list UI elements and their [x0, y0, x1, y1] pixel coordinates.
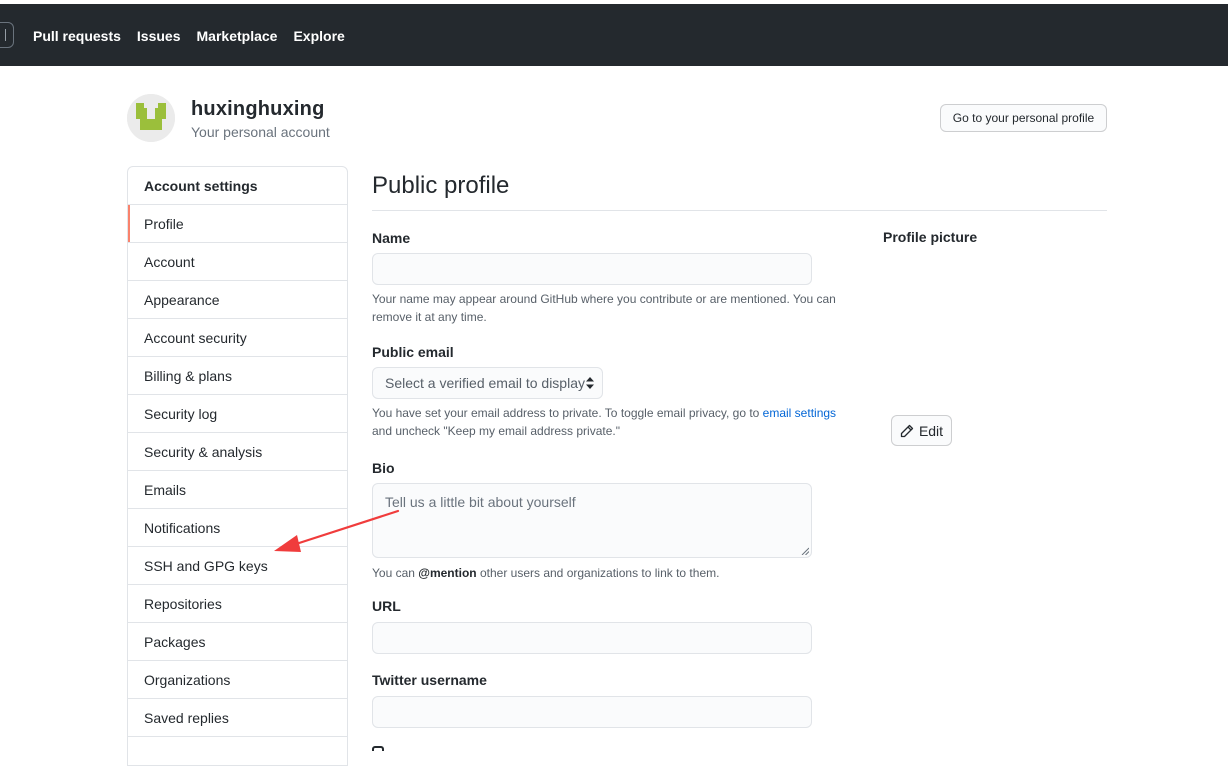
twitter-label: Twitter username [372, 672, 487, 688]
bio-placeholder: Tell us a little bit about yourself [385, 494, 576, 510]
sidebar-item-profile[interactable]: Profile [128, 205, 347, 243]
account-type: Your personal account [191, 124, 330, 140]
sidebar-item-security-log[interactable]: Security log [128, 395, 347, 433]
public-email-note-before: You have set your email address to priva… [372, 406, 763, 420]
next-field-label-cut [372, 746, 384, 751]
sidebar-item-packages[interactable]: Packages [128, 623, 347, 661]
sidebar-item-notifications[interactable]: Notifications [128, 509, 347, 547]
sidebar-item-account-security[interactable]: Account security [128, 319, 347, 357]
select-chevrons-icon [586, 377, 594, 389]
name-input[interactable] [372, 253, 812, 285]
sidebar-item-repositories[interactable]: Repositories [128, 585, 347, 623]
bio-textarea[interactable]: Tell us a little bit about yourself [372, 483, 812, 558]
public-email-label: Public email [372, 344, 454, 360]
page-title: Public profile [372, 172, 510, 199]
bio-note-mention: @mention [418, 566, 477, 580]
sidebar-item-billing[interactable]: Billing & plans [128, 357, 347, 395]
search-box-edge[interactable] [0, 22, 14, 48]
sidebar-item-ssh-gpg-keys[interactable]: SSH and GPG keys [128, 547, 347, 585]
identicon-icon [127, 94, 175, 142]
edit-button-label: Edit [918, 422, 944, 439]
go-to-profile-button[interactable]: Go to your personal profile [940, 104, 1107, 132]
bio-note-before: You can [372, 566, 419, 580]
sidebar-item-account[interactable]: Account [128, 243, 347, 281]
nav-pull-requests[interactable]: Pull requests [33, 28, 121, 44]
pencil-icon [900, 424, 914, 437]
nav-marketplace[interactable]: Marketplace [197, 28, 278, 44]
email-settings-link[interactable]: email settings [763, 406, 836, 420]
title-divider [372, 210, 1107, 211]
settings-sidebar: Account settings Profile Account Appeara… [127, 166, 348, 766]
public-email-selected: Select a verified email to display [385, 375, 585, 391]
public-email-note: You have set your email address to priva… [372, 404, 852, 440]
nav-issues[interactable]: Issues [137, 28, 181, 44]
bio-note-after: other users and organizations to link to… [476, 566, 720, 580]
bio-note: You can @mention other users and organiz… [372, 564, 852, 582]
sidebar-item-appearance[interactable]: Appearance [128, 281, 347, 319]
edit-picture-button[interactable]: Edit [891, 415, 952, 446]
sidebar-item-cut[interactable] [128, 737, 347, 765]
url-input[interactable] [372, 622, 812, 654]
url-label: URL [372, 598, 401, 614]
header-nav: Pull requests Issues Marketplace Explore [33, 28, 345, 44]
sidebar-item-saved-replies[interactable]: Saved replies [128, 699, 347, 737]
next-field-glyph [372, 746, 384, 751]
sidebar-item-security-analysis[interactable]: Security & analysis [128, 433, 347, 471]
avatar[interactable] [127, 94, 175, 142]
nav-explore[interactable]: Explore [293, 28, 344, 44]
sidebar-item-emails[interactable]: Emails [128, 471, 347, 509]
global-header: Pull requests Issues Marketplace Explore [0, 4, 1228, 66]
name-label: Name [372, 230, 411, 246]
search-caret [5, 29, 6, 41]
public-email-note-after: and uncheck "Keep my email address priva… [372, 424, 620, 438]
sidebar-item-organizations[interactable]: Organizations [128, 661, 347, 699]
bio-label: Bio [372, 460, 395, 476]
resize-grip-icon[interactable] [801, 547, 809, 555]
profile-picture-label: Profile picture [883, 229, 978, 245]
public-email-select[interactable]: Select a verified email to display [372, 367, 603, 399]
name-note: Your name may appear around GitHub where… [372, 292, 836, 324]
sidebar-heading: Account settings [128, 167, 347, 205]
twitter-input[interactable] [372, 696, 812, 728]
account-username[interactable]: huxinghuxing [191, 98, 325, 121]
